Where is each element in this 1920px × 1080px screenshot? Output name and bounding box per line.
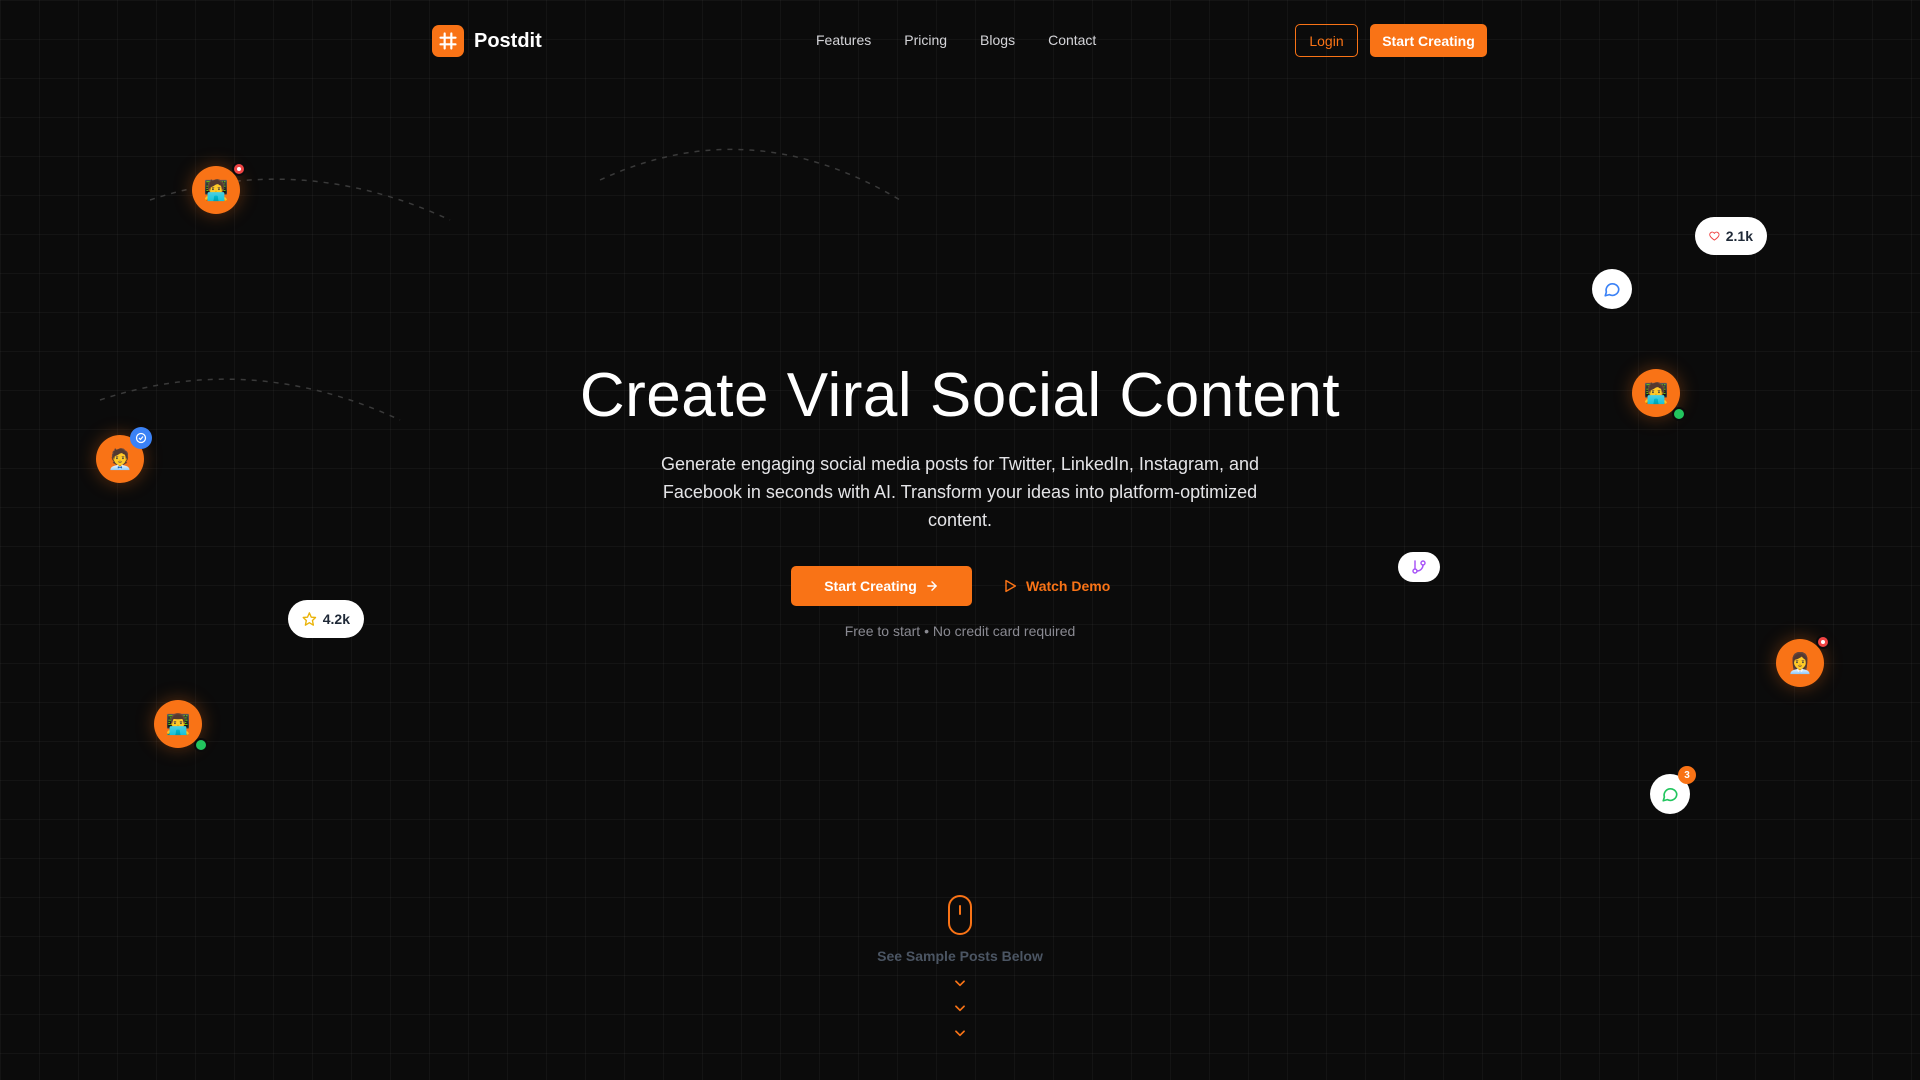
stars-pill: 4.2k xyxy=(288,600,364,638)
nav-links: Features Pricing Blogs Contact xyxy=(816,32,1096,48)
avatar-emoji: 👩‍💼 xyxy=(1787,652,1813,675)
online-dot xyxy=(194,738,208,752)
login-button[interactable]: Login xyxy=(1295,24,1358,57)
stars-count: 4.2k xyxy=(322,611,350,627)
nav-link-pricing[interactable]: Pricing xyxy=(904,32,947,48)
nav-start-creating-button[interactable]: Start Creating xyxy=(1370,24,1487,57)
scroll-hint-label: See Sample Posts Below xyxy=(877,948,1043,964)
watch-demo-link[interactable]: Watch Demo xyxy=(1002,566,1110,606)
nav-link-blogs[interactable]: Blogs xyxy=(980,32,1015,48)
chevron-down-icon xyxy=(955,1005,965,1012)
chevron-down-icon xyxy=(955,980,965,987)
message-count-badge: 3 xyxy=(1678,766,1696,784)
hero-start-creating-button[interactable]: Start Creating xyxy=(791,566,972,606)
arrow-right-icon xyxy=(926,581,937,591)
avatar-right-upper: 🧑‍💻 xyxy=(1632,369,1686,421)
git-branch-icon xyxy=(1412,560,1426,574)
avatar-top-left: 🧑‍💻 xyxy=(192,162,246,214)
top-navbar: Postdit Features Pricing Blogs Contact L… xyxy=(0,0,1920,82)
avatar-emoji: 🧑‍💼 xyxy=(107,448,133,471)
git-branch-chip xyxy=(1398,552,1440,582)
likes-count: 2.1k xyxy=(1725,228,1753,244)
avatar-emoji: 👨‍💻 xyxy=(165,713,191,736)
notification-dot xyxy=(232,162,246,176)
star-icon xyxy=(302,612,317,626)
likes-pill: 2.1k xyxy=(1695,217,1767,255)
chat-bubble-icon xyxy=(1604,283,1620,297)
avatar-right-lower: 👩‍💼 xyxy=(1776,635,1830,687)
brand-name: Postdit xyxy=(474,29,542,52)
watch-demo-label: Watch Demo xyxy=(1026,578,1111,594)
chevron-down-icon xyxy=(955,1030,965,1037)
play-icon xyxy=(1005,579,1017,593)
avatar-emoji: 🧑‍💻 xyxy=(203,179,229,202)
avatar-emoji: 🧑‍💻 xyxy=(1643,382,1669,405)
avatar-bottom-left: 👨‍💻 xyxy=(154,700,208,752)
messages-bubble: 3 xyxy=(1650,766,1696,814)
online-dot xyxy=(1672,407,1686,421)
hero-subtitle: Generate engaging social media posts for… xyxy=(660,454,1260,530)
nav-link-contact[interactable]: Contact xyxy=(1048,32,1096,48)
verified-icon xyxy=(130,427,152,449)
heart-icon xyxy=(1709,231,1720,241)
cta-primary-label: Start Creating xyxy=(824,578,917,594)
whatsapp-icon xyxy=(1662,788,1678,802)
hero-note: Free to start • No credit card required xyxy=(844,623,1076,639)
avatar-mid-left: 🧑‍💼 xyxy=(96,427,152,483)
mouse-icon xyxy=(948,895,972,935)
notification-dot xyxy=(1816,635,1830,649)
comment-bubble xyxy=(1592,269,1632,309)
hash-logo-icon xyxy=(432,25,464,57)
brand-logo-link[interactable]: Postdit xyxy=(432,25,542,57)
nav-link-features[interactable]: Features xyxy=(816,32,871,48)
